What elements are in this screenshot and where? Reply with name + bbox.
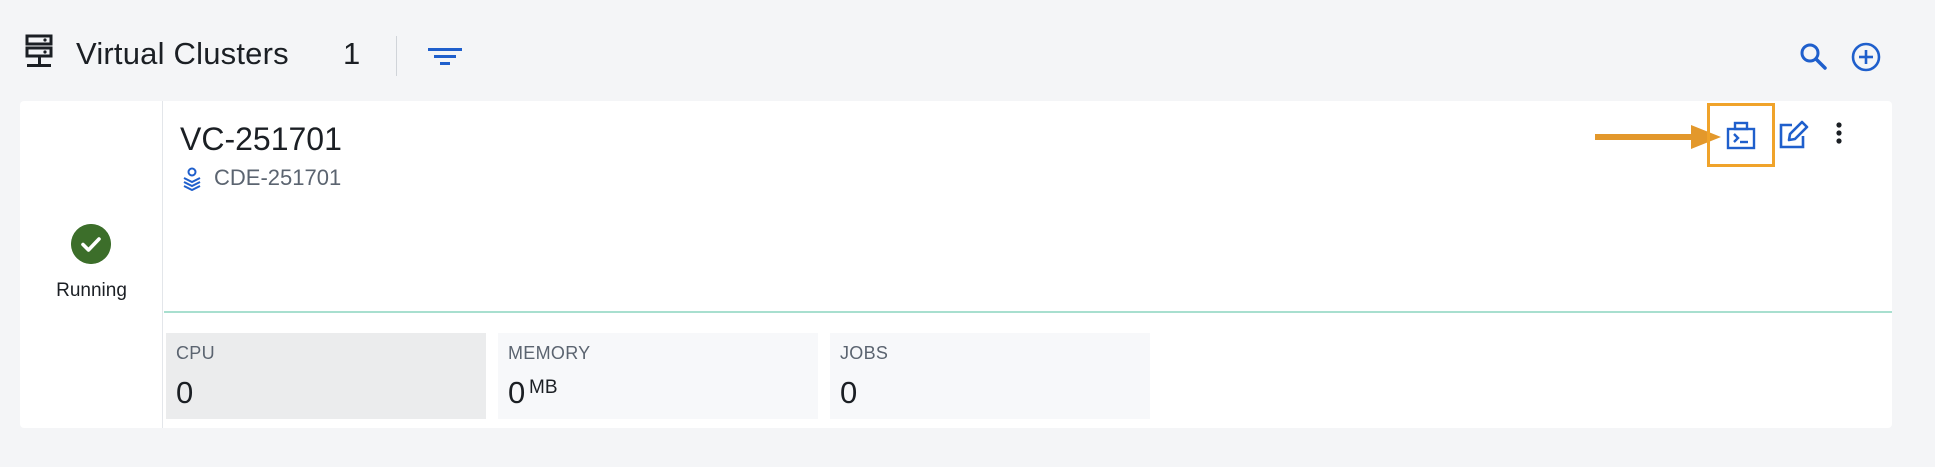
card-divider <box>164 311 1892 313</box>
metric-label: MEMORY <box>508 343 591 363</box>
add-circle-icon[interactable] <box>1849 40 1883 74</box>
metric-value: 0 <box>840 375 858 410</box>
page-title: Virtual Clusters <box>76 36 289 71</box>
header-divider <box>396 36 397 76</box>
layers-user-icon <box>183 167 201 191</box>
service-name[interactable]: CDE-251701 <box>214 165 341 191</box>
status-panel: Running <box>20 101 163 428</box>
status-label: Running <box>56 280 127 301</box>
metric-value: 0 <box>176 375 194 410</box>
metric-memory: MEMORY 0 MB <box>498 333 818 419</box>
search-icon[interactable] <box>1797 40 1831 74</box>
metric-label: CPU <box>176 343 215 363</box>
metric-cpu: CPU 0 <box>166 333 486 419</box>
terminal-window-icon[interactable] <box>1725 121 1757 151</box>
metric-value: 0 <box>508 375 526 410</box>
edit-icon[interactable] <box>1777 119 1809 151</box>
filter-icon[interactable] <box>426 42 466 72</box>
check-circle-icon <box>71 224 111 264</box>
cluster-count: 1 <box>343 36 361 71</box>
metric-jobs: JOBS 0 <box>830 333 1150 419</box>
page-header: Virtual Clusters 1 <box>0 0 1935 100</box>
cluster-name[interactable]: VC-251701 <box>180 121 342 158</box>
metric-label: JOBS <box>840 343 889 363</box>
metric-unit: MB <box>529 377 558 398</box>
callout-arrow <box>1595 125 1721 149</box>
virtual-cluster-card[interactable]: Running VC-251701 CDE-251701 CPU 0 MEMOR… <box>20 101 1892 428</box>
server-rack-icon <box>25 34 53 67</box>
more-vertical-icon[interactable] <box>1832 119 1846 151</box>
